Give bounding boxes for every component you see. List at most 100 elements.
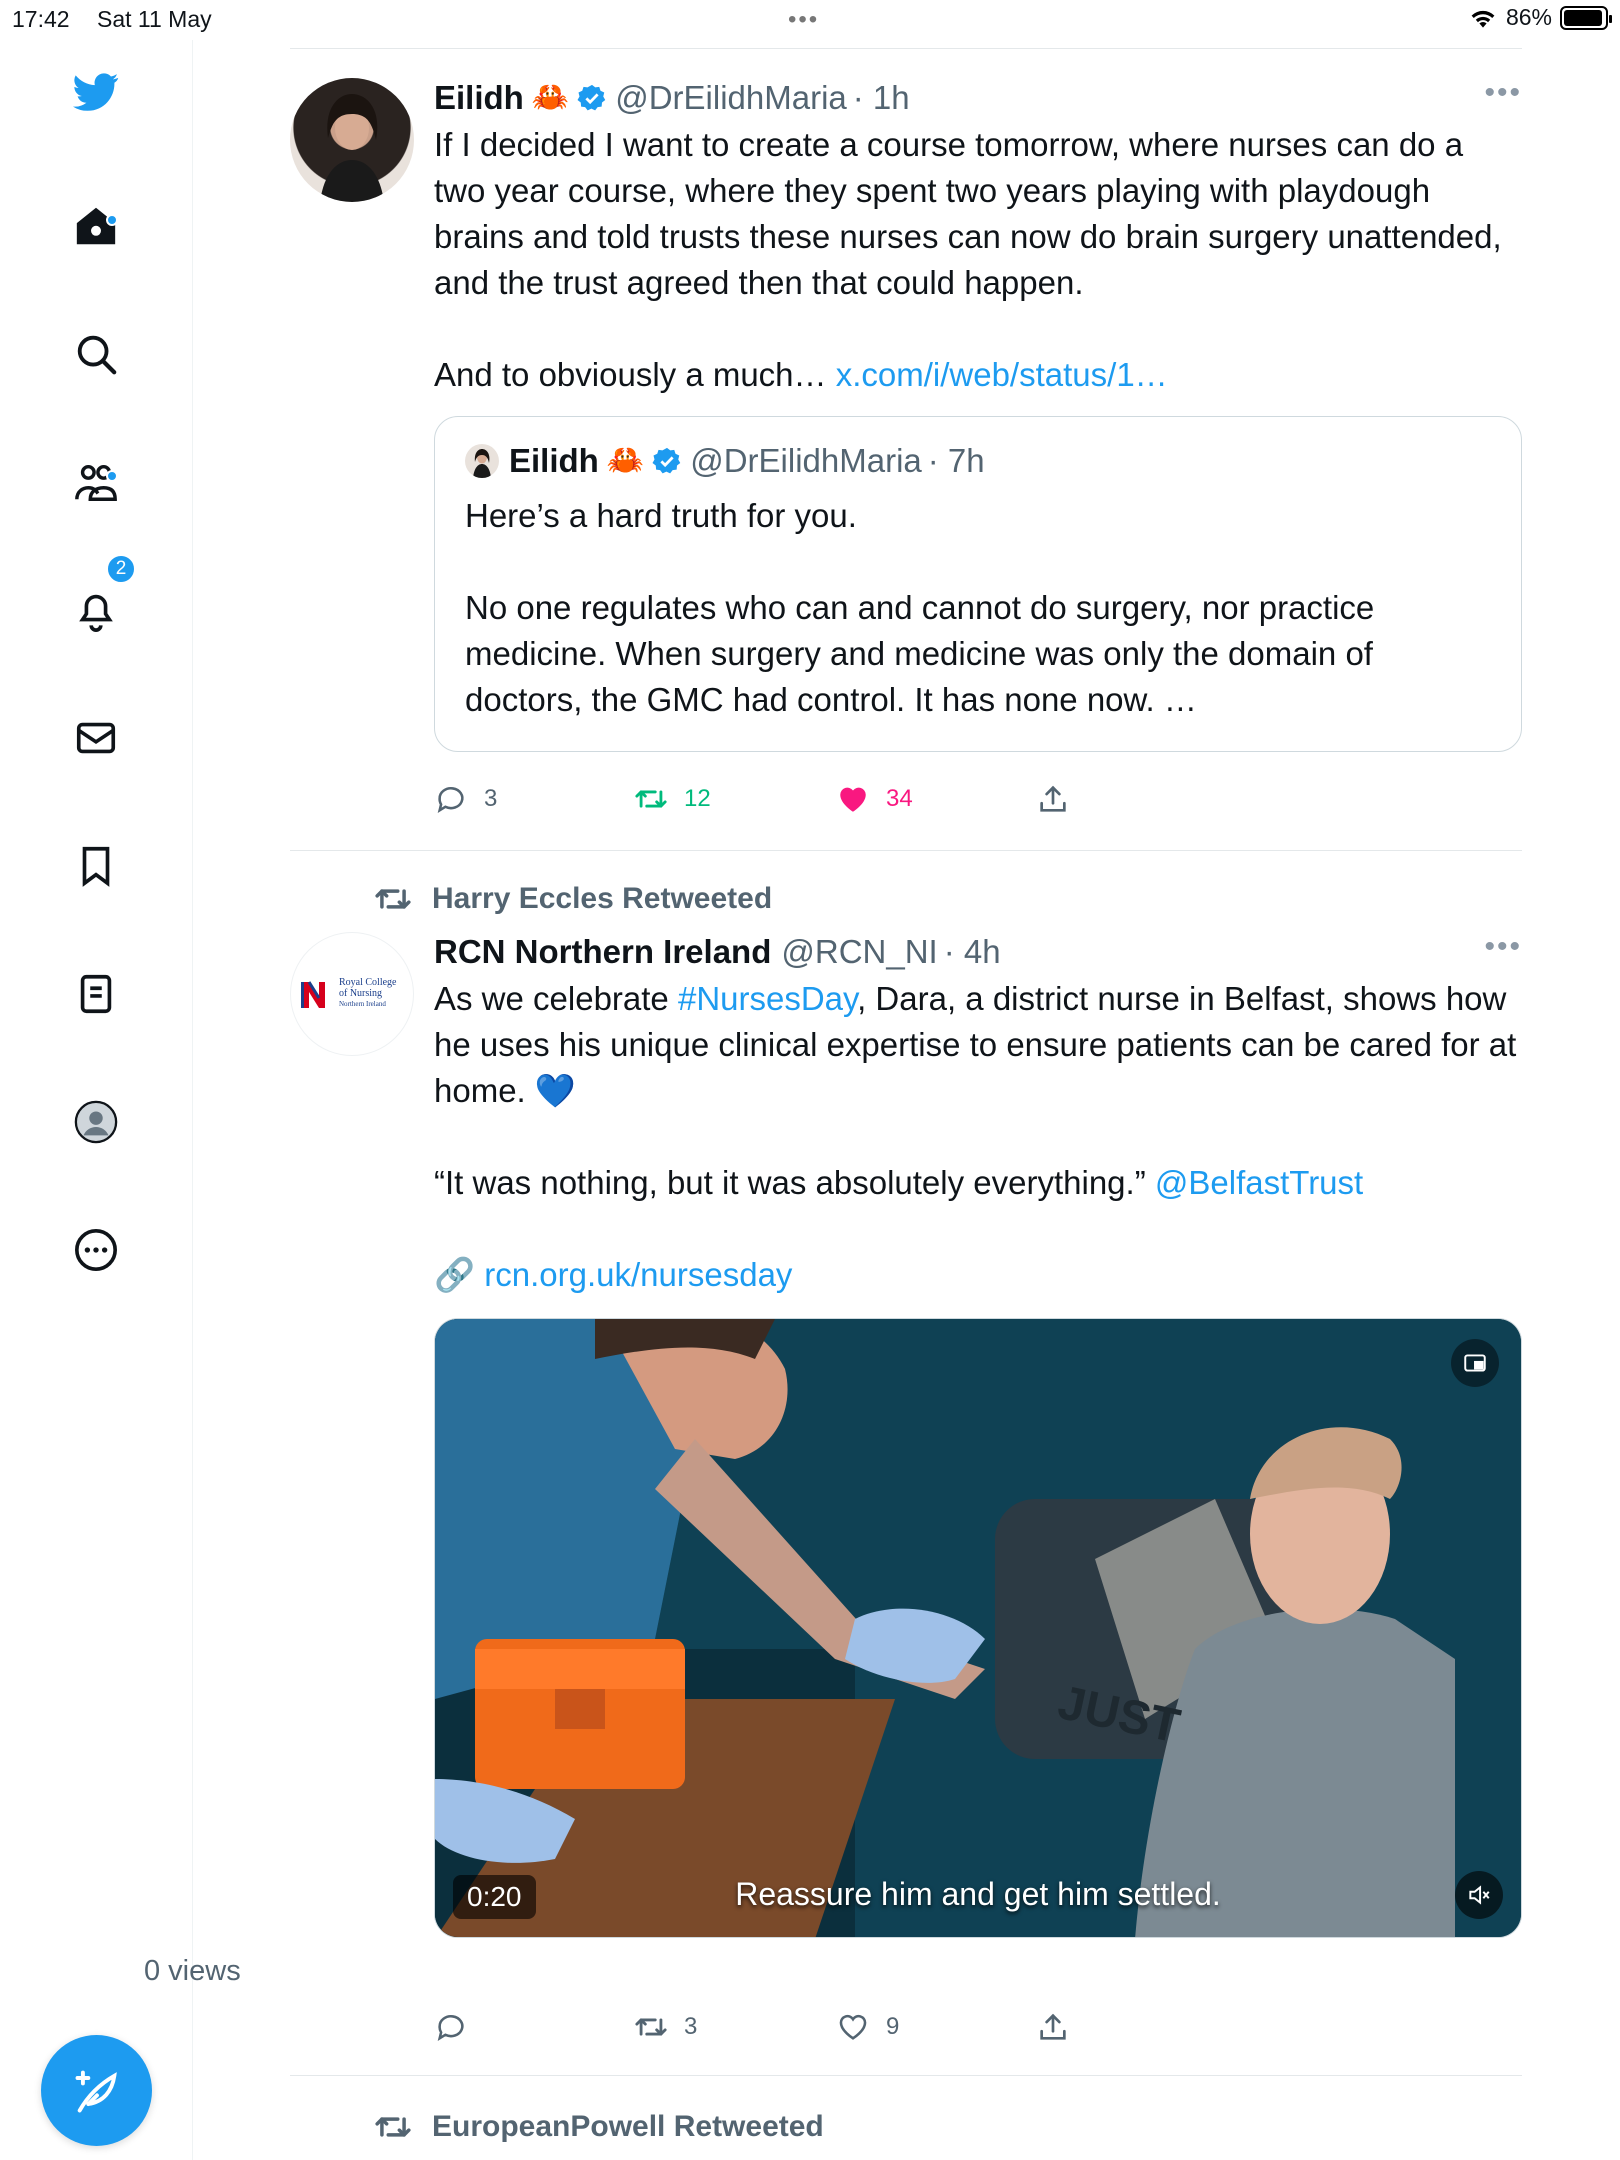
author-name[interactable]: RCN Northern Ireland xyxy=(434,930,771,974)
verified-badge-icon xyxy=(577,84,606,111)
hashtag-link[interactable]: #NursesDay xyxy=(678,980,857,1017)
retweet-small-icon xyxy=(375,889,411,909)
crab-emoji: 🦀 xyxy=(531,81,570,114)
communities-unread-dot xyxy=(106,470,118,482)
share-icon xyxy=(1040,785,1066,812)
speaker-muted-icon xyxy=(1469,1885,1490,1905)
avatar-text-line: Royal College xyxy=(339,977,397,988)
home-unread-dot xyxy=(106,214,118,226)
status-date: Sat 11 May xyxy=(97,6,212,32)
status-right: 86% xyxy=(1468,4,1612,31)
quote-author-handle: @DrEilidhMaria xyxy=(690,442,922,479)
twitter-logo-icon[interactable] xyxy=(70,66,122,118)
retweeted-by-text[interactable]: Harry Eccles Retweeted xyxy=(432,882,772,916)
video-still-image: JUST xyxy=(435,1319,1521,1937)
quote-header: Eilidh 🦀 @DrEilidhMaria · 7h xyxy=(465,439,1491,483)
retweeted-by-label: EuropeanPowell Retweeted xyxy=(374,2108,824,2146)
notifications-badge: 2 xyxy=(106,554,136,584)
search-icon[interactable] xyxy=(70,328,122,380)
reply-icon xyxy=(437,787,464,814)
reply-button[interactable] xyxy=(434,2010,484,2044)
picture-in-picture-button[interactable] xyxy=(1451,1339,1499,1387)
communities-icon[interactable] xyxy=(70,456,122,508)
battery-icon xyxy=(1560,5,1612,30)
video-duration: 0:20 xyxy=(453,1875,536,1919)
quote-tweet[interactable]: Eilidh 🦀 @DrEilidhMaria · 7h Here’s a ha… xyxy=(434,416,1522,752)
like-heart-icon xyxy=(840,787,866,812)
quote-author-name: Eilidh xyxy=(509,442,599,479)
side-nav: 2 xyxy=(0,40,193,2160)
retweet-button[interactable]: 12 xyxy=(634,782,711,816)
quote-text: Here’s a hard truth for you. No one regu… xyxy=(465,497,1375,718)
author-handle[interactable]: @RCN_NI xyxy=(781,930,937,974)
wifi-icon xyxy=(1471,10,1495,28)
tweet-text-a: As we celebrate xyxy=(434,980,678,1017)
tweet-time[interactable]: · 4h xyxy=(944,930,1001,974)
more-menu-icon[interactable]: ••• xyxy=(1484,930,1522,964)
quote-avatar xyxy=(465,444,499,478)
tweet-link[interactable]: x.com/i/web/status/1… xyxy=(836,356,1168,393)
avatar-text-line: of Nursing xyxy=(339,988,383,999)
author-name[interactable]: Eilidh xyxy=(434,76,524,120)
share-button[interactable] xyxy=(1036,782,1070,816)
like-button[interactable]: 9 xyxy=(836,2010,899,2044)
reply-icon xyxy=(437,2015,464,2042)
retweet-count: 3 xyxy=(684,2013,698,2040)
status-bar: 17:42 Sat 11 May ••• 86% xyxy=(0,0,1620,40)
pip-icon xyxy=(1464,1354,1486,1372)
tweet-text: If I decided I want to create a course t… xyxy=(434,122,1522,398)
like-button[interactable]: 34 xyxy=(836,782,913,816)
video-player[interactable]: JUST Reassure him and get him settled. 0… xyxy=(434,1318,1522,1938)
battery-percent: 86% xyxy=(1505,4,1552,30)
quote-crab-emoji: 🦀 xyxy=(606,444,645,477)
link-chain-icon: 🔗 xyxy=(434,1256,476,1293)
retweeted-by-label: Harry Eccles Retweeted xyxy=(374,880,772,918)
like-heart-icon xyxy=(839,2014,867,2040)
avatar-text-line: Northern Ireland xyxy=(339,1000,386,1008)
mute-button[interactable] xyxy=(1455,1871,1503,1919)
mention-link[interactable]: @BelfastTrust xyxy=(1155,1164,1363,1201)
messages-envelope-icon[interactable] xyxy=(70,712,122,764)
home-icon[interactable] xyxy=(70,200,122,252)
more-options-icon[interactable] xyxy=(70,1224,122,1276)
share-icon xyxy=(1040,2013,1066,2040)
tweet-url-link[interactable]: rcn.org.uk/nursesday xyxy=(484,1256,792,1293)
author-handle[interactable]: @DrEilidhMaria xyxy=(615,76,847,120)
retweet-count: 12 xyxy=(684,785,711,812)
retweet-icon xyxy=(635,790,667,808)
share-button[interactable] xyxy=(1036,2010,1070,2044)
more-menu-icon[interactable]: ••• xyxy=(1484,76,1522,110)
video-frame: JUST xyxy=(435,1319,1521,1937)
profile-avatar-icon[interactable] xyxy=(70,1096,122,1148)
notifications-bell-icon[interactable] xyxy=(70,584,122,636)
compose-tweet-button[interactable] xyxy=(41,2035,152,2146)
bookmarks-icon[interactable] xyxy=(70,840,122,892)
timeline-divider xyxy=(290,48,1522,49)
status-time: 17:42 xyxy=(12,6,70,32)
compose-feather-icon xyxy=(75,2070,117,2112)
tweet-header: Eilidh 🦀 @DrEilidhMaria · 1h xyxy=(434,76,1522,120)
retweeted-by-text[interactable]: EuropeanPowell Retweeted xyxy=(432,2110,824,2144)
quote-verified-badge-icon xyxy=(652,447,681,474)
avatar[interactable]: Royal College of Nursing Northern Irelan… xyxy=(290,932,414,1056)
like-count: 9 xyxy=(886,2013,900,2040)
avatar[interactable] xyxy=(290,78,414,202)
retweet-icon xyxy=(635,2018,667,2036)
multitasking-dots-icon[interactable]: ••• xyxy=(788,6,819,34)
timeline-divider xyxy=(290,2075,1522,2076)
retweet-button[interactable]: 3 xyxy=(634,2010,697,2044)
tweet-time[interactable]: · 1h xyxy=(853,76,910,120)
tweet-url-line: 🔗 rcn.org.uk/nursesday xyxy=(434,1252,1522,1298)
tweet-text-body: If I decided I want to create a course t… xyxy=(434,126,1502,393)
tweet-text: As we celebrate #NursesDay, Dara, a dist… xyxy=(434,976,1522,1206)
retweet-small-icon xyxy=(375,2117,411,2137)
timeline-divider xyxy=(290,850,1522,851)
reply-button[interactable]: 3 xyxy=(434,782,497,816)
lists-icon[interactable] xyxy=(70,968,122,1020)
tweet-actions: 3 12 34 xyxy=(434,782,1134,822)
tweet-header: RCN Northern Ireland @RCN_NI · 4h xyxy=(434,930,1522,974)
video-caption: Reassure him and get him settled. xyxy=(735,1876,1221,1912)
like-count: 34 xyxy=(886,785,913,812)
views-count: 0 views xyxy=(144,1955,241,1987)
reply-count: 3 xyxy=(484,785,498,812)
